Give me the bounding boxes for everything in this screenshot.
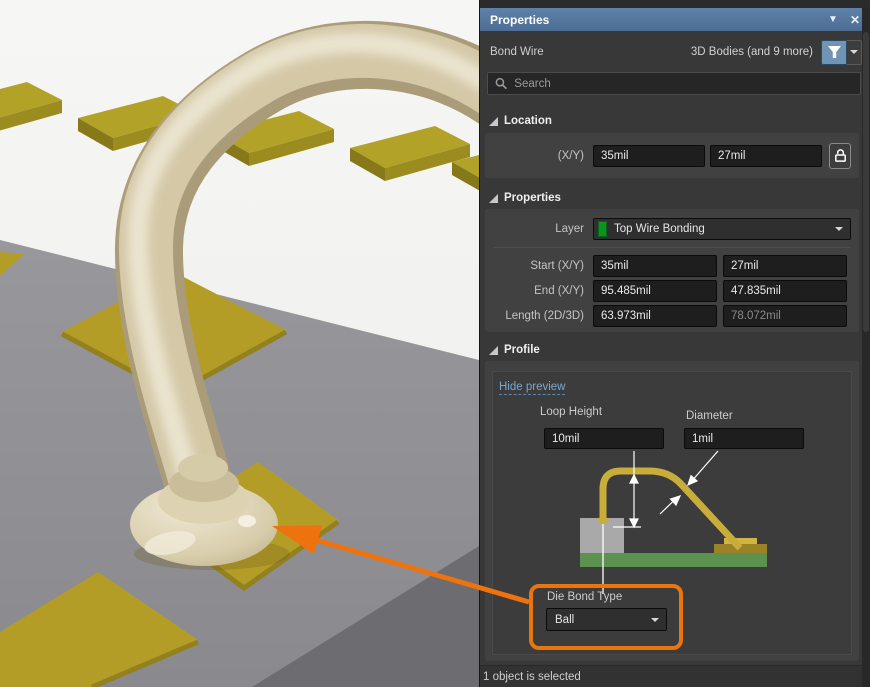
chevron-down-icon: [850, 50, 858, 54]
die-bond-type-value: Ball: [551, 614, 651, 626]
layer-value: Top Wire Bonding: [614, 223, 835, 235]
location-band: (X/Y): [485, 133, 859, 178]
profile-band: Hide preview Loop Height Diameter: [485, 361, 859, 661]
start-y-input[interactable]: [723, 255, 847, 277]
filter-dropdown-button[interactable]: [847, 40, 862, 65]
loop-height-input[interactable]: [544, 428, 664, 449]
hide-preview-link[interactable]: Hide preview: [499, 381, 565, 395]
app-window: Properties ▼ ✕ Bond Wire 3D Bodies (and …: [0, 0, 870, 687]
status-bar: 1 object is selected: [480, 665, 863, 687]
xy-label: (X/Y): [485, 150, 593, 162]
section-header-location[interactable]: Location: [489, 115, 552, 127]
lock-button[interactable]: [829, 143, 851, 169]
diameter-input[interactable]: [684, 428, 804, 449]
layer-color-swatch: [598, 221, 607, 237]
search-input[interactable]: [514, 78, 853, 90]
length-3d-input: [723, 305, 847, 327]
chevron-down-icon: [835, 227, 843, 231]
search-icon: [495, 77, 507, 90]
section-title: Location: [504, 115, 552, 127]
panel-top-strip: [480, 0, 870, 8]
loop-height-dimension: [613, 451, 641, 527]
row-label: Length (2D/3D): [485, 310, 593, 322]
panel-menu-icon[interactable]: ▼: [828, 14, 838, 25]
vertical-scrollbar[interactable]: [862, 8, 870, 687]
scrollbar-thumb[interactable]: [863, 32, 869, 332]
location-y-input[interactable]: [710, 145, 822, 167]
properties-panel: Properties ▼ ✕ Bond Wire 3D Bodies (and …: [479, 0, 870, 687]
section-title: Profile: [504, 344, 540, 356]
section-title: Properties: [504, 192, 561, 204]
wire-profile-diagram: [493, 449, 853, 594]
loop-height-label: Loop Height: [540, 406, 602, 418]
diameter-label: Diameter: [686, 410, 733, 422]
search-box: [487, 72, 861, 95]
die-bond-type-dropdown[interactable]: Ball: [546, 608, 667, 631]
die-bond-type-label: Die Bond Type: [547, 591, 622, 603]
chevron-down-icon: [651, 618, 659, 622]
filter-scope-label: 3D Bodies (and 9 more): [691, 46, 813, 58]
panel-title: Properties: [490, 13, 549, 27]
panel-header: Properties ▼ ✕: [480, 8, 870, 31]
profile-preview: Hide preview Loop Height Diameter: [492, 371, 852, 655]
layer-dropdown[interactable]: Top Wire Bonding: [593, 218, 851, 240]
section-expanded-icon: [489, 194, 498, 203]
layer-label: Layer: [485, 223, 593, 235]
row-label: Start (X/Y): [485, 260, 593, 272]
end-x-input[interactable]: [593, 280, 717, 302]
diameter-dimension: [660, 451, 718, 514]
filter-button[interactable]: [821, 40, 847, 65]
funnel-icon: [827, 45, 842, 59]
section-expanded-icon: [489, 346, 498, 355]
pcb-3d-viewport[interactable]: [0, 0, 479, 687]
location-x-input[interactable]: [593, 145, 705, 167]
pcb-substrate: [580, 553, 767, 567]
section-expanded-icon: [489, 117, 498, 126]
start-x-input[interactable]: [593, 255, 717, 277]
status-text: 1 object is selected: [483, 671, 581, 683]
section-header-profile[interactable]: Profile: [489, 344, 540, 356]
unlock-icon: [833, 148, 848, 163]
length-2d-input[interactable]: [593, 305, 717, 327]
object-type-label: Bond Wire: [490, 46, 544, 58]
section-header-properties[interactable]: Properties: [489, 192, 561, 204]
properties-band: Layer Top Wire Bonding Start (X/Y) End (…: [485, 209, 859, 332]
die-block: [580, 518, 624, 553]
panel-close-icon[interactable]: ✕: [850, 13, 860, 27]
object-type-row: Bond Wire 3D Bodies (and 9 more): [480, 39, 870, 65]
divider: [493, 247, 851, 248]
row-label: End (X/Y): [485, 285, 593, 297]
end-y-input[interactable]: [723, 280, 847, 302]
